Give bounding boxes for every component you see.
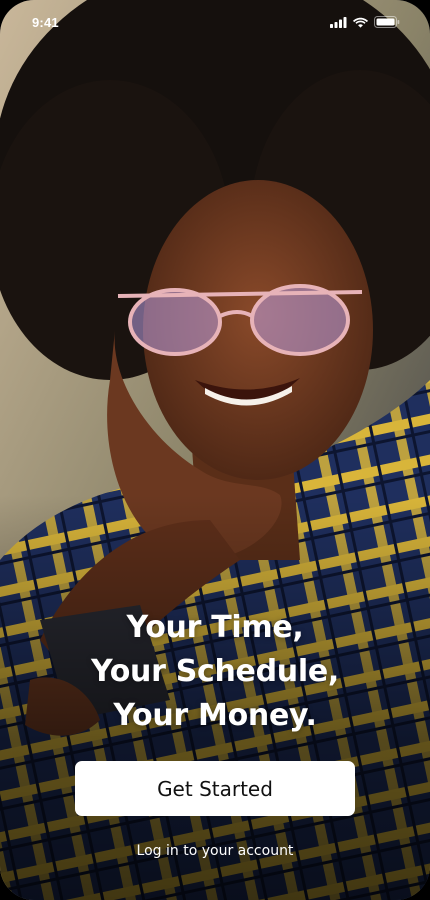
battery-icon [374,16,400,28]
headline-line: Your Schedule, [91,654,339,689]
headline-line: Your Time, [126,610,304,645]
headline-line: Your Money. [113,698,317,733]
get-started-button[interactable]: Get Started [75,761,355,816]
signal-icon [330,16,347,28]
hero-section: Your Time, Your Schedule, Your Money. [0,606,430,738]
headline: Your Time, Your Schedule, Your Money. [0,606,430,738]
status-time: 9:41 [32,14,59,30]
status-bar: 9:41 [0,0,430,48]
login-link[interactable]: Log in to your account [0,843,430,859]
onboarding-screen: 9:41 Your Time, Your Schedule, Your Mone… [0,0,430,900]
wifi-icon [353,17,368,28]
status-icons [330,16,400,28]
